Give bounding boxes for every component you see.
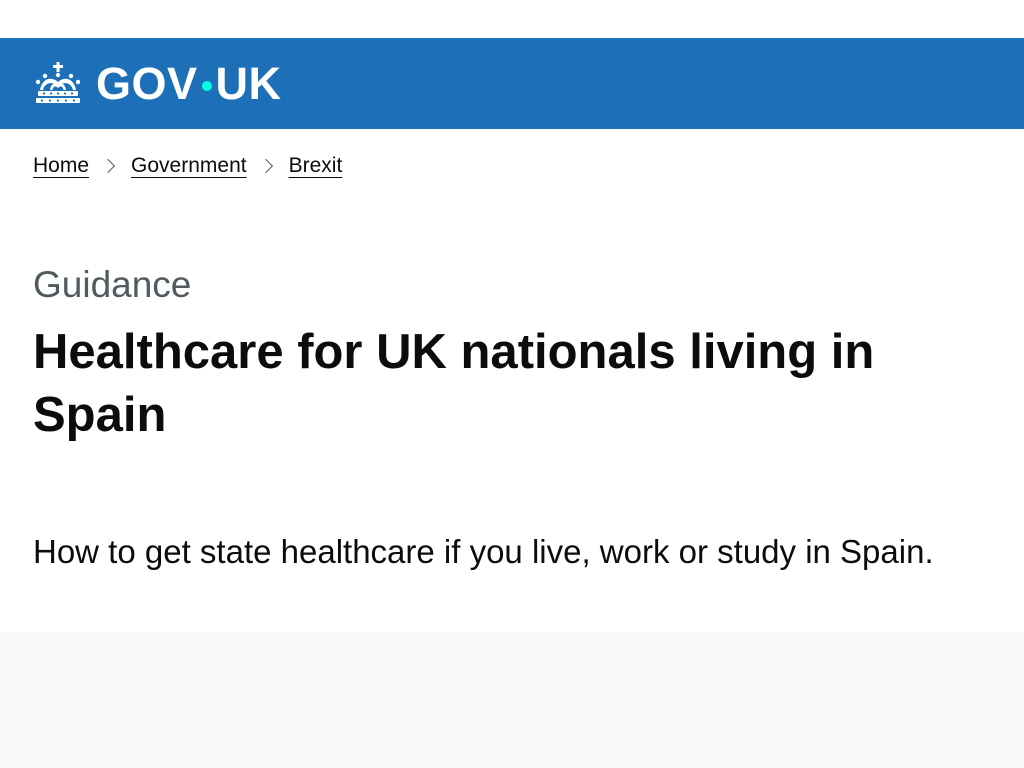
top-spacer <box>0 0 1024 38</box>
govuk-logo-link[interactable]: GOV UK <box>32 58 282 110</box>
page-caption: Guidance <box>33 264 192 305</box>
lower-content-area <box>0 632 1024 768</box>
chevron-right-icon <box>100 158 116 174</box>
crown-icon <box>35 61 81 103</box>
govuk-header: GOV UK <box>0 38 1024 129</box>
govuk-logotype: GOV UK <box>96 58 282 110</box>
breadcrumb: Home Government Brexit <box>0 154 1024 178</box>
logotype-gov: GOV <box>96 57 198 109</box>
breadcrumb-government-link[interactable]: Government <box>131 154 247 178</box>
breadcrumb-home-link[interactable]: Home <box>33 154 89 178</box>
logotype-dot <box>201 80 212 91</box>
page-lead: How to get state healthcare if you live,… <box>33 533 934 570</box>
page-title: Healthcare for UK nationals living in Sp… <box>33 325 875 442</box>
chevron-right-icon <box>258 158 273 174</box>
logotype-uk: UK <box>215 57 282 109</box>
breadcrumb-brexit-link[interactable]: Brexit <box>289 154 343 178</box>
main-content: Guidance Healthcare for UK nationals liv… <box>0 266 1024 571</box>
